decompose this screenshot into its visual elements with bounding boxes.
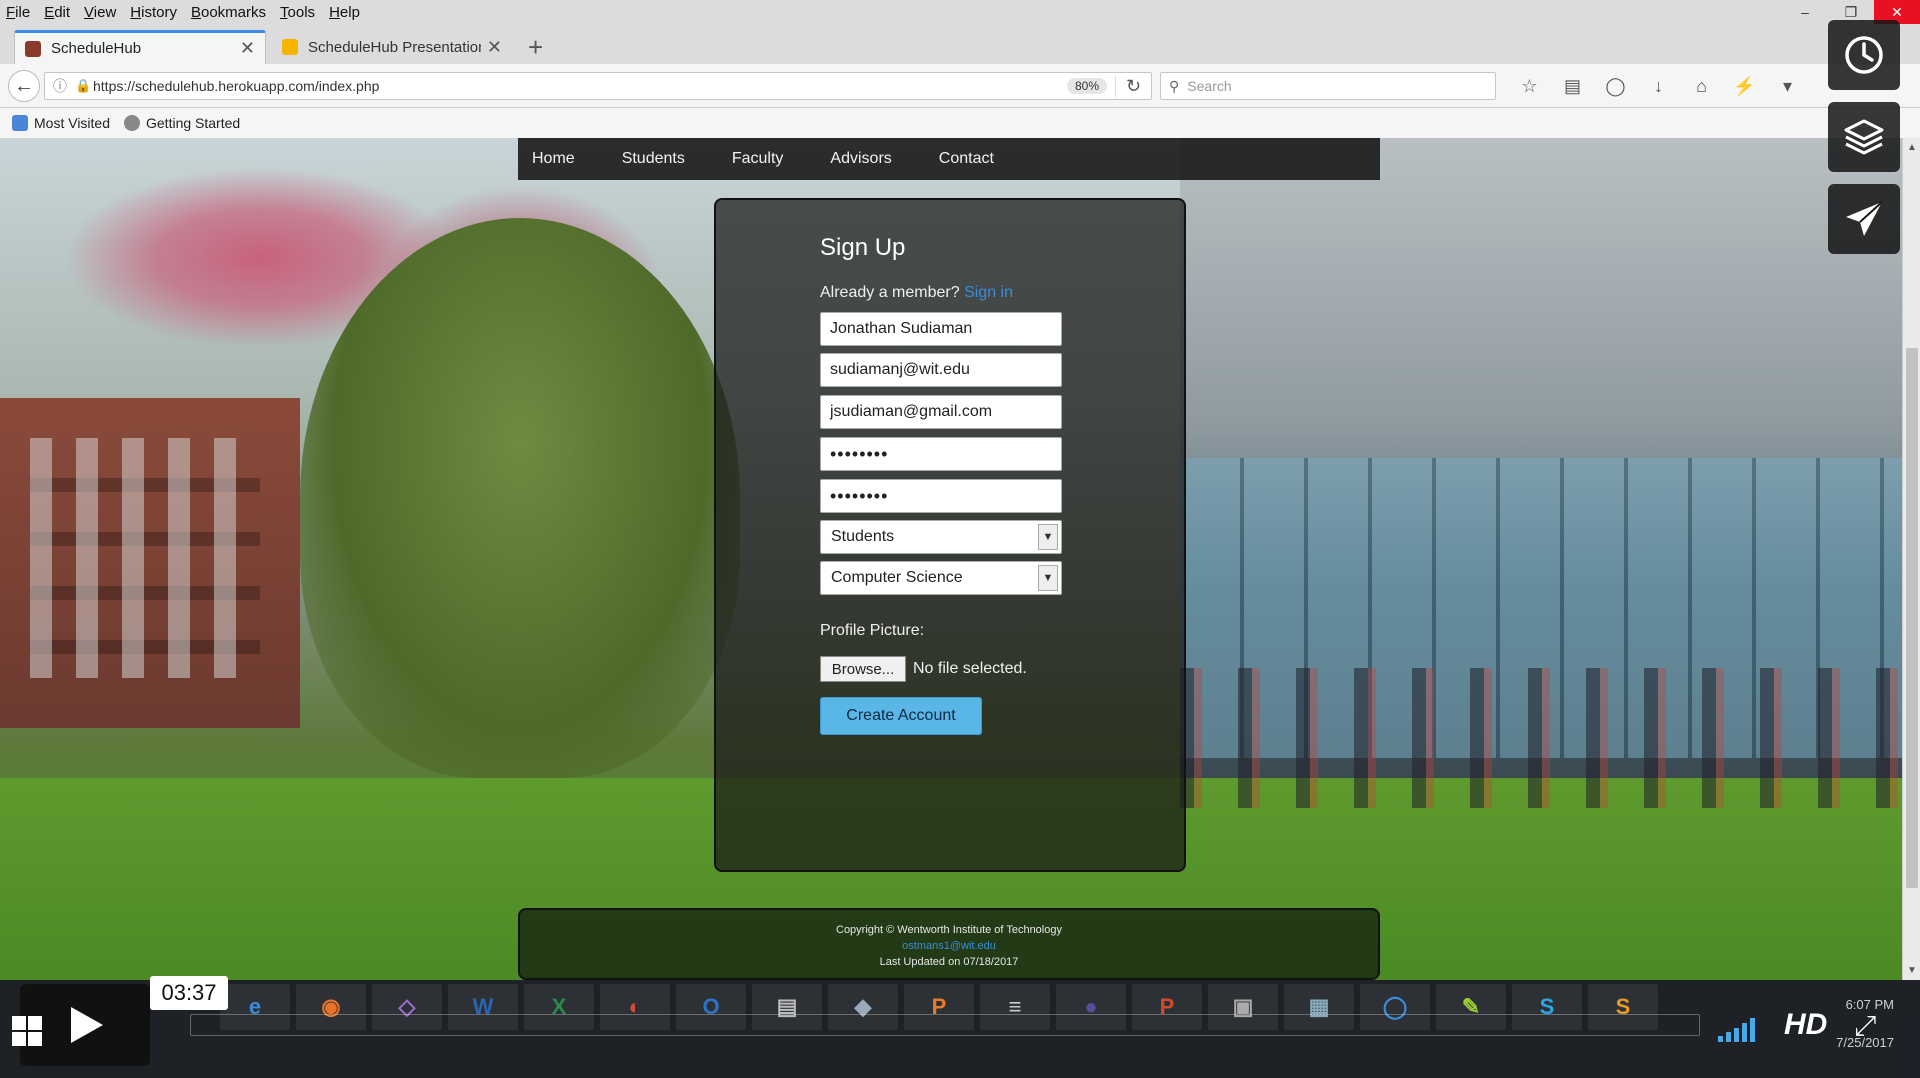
scroll-down-icon[interactable]: ▼ bbox=[1907, 965, 1917, 976]
bookmark-getting-started[interactable]: Getting Started bbox=[124, 115, 240, 131]
browse-button[interactable]: Browse... bbox=[820, 656, 906, 682]
name-field[interactable]: Jonathan Sudiaman bbox=[820, 312, 1062, 346]
menu-history[interactable]: History bbox=[130, 4, 177, 21]
major-select-value: Computer Science bbox=[831, 569, 963, 586]
bookmark-star-icon[interactable]: ☆ bbox=[1508, 76, 1551, 97]
download-icon[interactable]: ↓ bbox=[1637, 76, 1680, 97]
reload-icon[interactable]: ↻ bbox=[1115, 75, 1151, 97]
tab-close-icon[interactable]: ✕ bbox=[487, 37, 502, 58]
copyright-text: Copyright © Wentworth Institute of Techn… bbox=[836, 924, 1062, 936]
menu-tools[interactable]: Tools bbox=[280, 4, 315, 21]
tab-presentation[interactable]: ScheduleHub Presentation - ✕ bbox=[272, 30, 512, 64]
info-icon[interactable]: ⓘ bbox=[45, 76, 75, 96]
tab-label: ScheduleHub bbox=[51, 40, 142, 57]
bookmark-most-visited[interactable]: Most Visited bbox=[12, 115, 110, 131]
chevron-down-icon: ▼ bbox=[1038, 565, 1058, 591]
profile-picture-label: Profile Picture: bbox=[820, 622, 925, 639]
clock-time: 6:07 PM bbox=[1845, 997, 1894, 1012]
major-select[interactable]: Computer Science ▼ bbox=[820, 561, 1062, 595]
menu-bookmarks[interactable]: Bookmarks bbox=[191, 4, 266, 21]
nav-contact[interactable]: Contact bbox=[939, 150, 994, 168]
last-updated-text: Last Updated on 07/18/2017 bbox=[879, 956, 1019, 968]
already-member-label: Already a member? bbox=[820, 284, 960, 301]
menu-bar: File Edit View History Bookmarks Tools H… bbox=[0, 0, 1920, 24]
nav-home[interactable]: Home bbox=[532, 150, 575, 168]
chevron-down-icon: ▼ bbox=[1038, 524, 1058, 550]
search-input[interactable]: ⚲ Search bbox=[1160, 72, 1496, 100]
page-viewport: Home Students Faculty Advisors Contact S… bbox=[0, 138, 1920, 980]
layers-icon bbox=[1844, 119, 1884, 155]
bookmark-label: Most Visited bbox=[34, 115, 110, 131]
role-select[interactable]: Students ▼ bbox=[820, 520, 1062, 554]
url-bar[interactable]: ⓘ 🔒 https://schedulehub.herokuapp.com/in… bbox=[44, 72, 1152, 100]
bookmark-folder-icon bbox=[12, 115, 28, 131]
toolbar-icons: ☆ ▤ ◯ ↓ ⌂ ⚡ ▾ bbox=[1508, 72, 1809, 100]
tab-bar: ScheduleHub ✕ ScheduleHub Presentation -… bbox=[0, 24, 1920, 64]
tab-schedulehub[interactable]: ScheduleHub ✕ bbox=[14, 30, 266, 64]
video-progress-bar[interactable] bbox=[190, 1014, 1700, 1036]
home-icon[interactable]: ⌂ bbox=[1680, 76, 1723, 97]
scrollbar-thumb[interactable] bbox=[1906, 348, 1918, 888]
nav-advisors[interactable]: Advisors bbox=[830, 150, 891, 168]
new-tab-icon[interactable]: + bbox=[528, 32, 543, 63]
role-select-value: Students bbox=[831, 528, 895, 545]
tab-label: ScheduleHub Presentation - bbox=[308, 38, 481, 56]
search-icon: ⚲ bbox=[1169, 77, 1180, 94]
menu-help[interactable]: Help bbox=[329, 4, 360, 21]
clock-icon bbox=[1845, 36, 1883, 74]
schedulehub-favicon-icon bbox=[25, 40, 41, 57]
reading-list-icon[interactable]: ▤ bbox=[1551, 76, 1594, 97]
menu-edit[interactable]: Edit bbox=[44, 4, 70, 21]
pocket-icon[interactable]: ◯ bbox=[1594, 76, 1637, 97]
already-member-text: Already a member? Sign in bbox=[820, 284, 1013, 302]
background-windows bbox=[30, 438, 260, 678]
nav-faculty[interactable]: Faculty bbox=[732, 150, 784, 168]
background-tree bbox=[300, 218, 740, 778]
back-icon[interactable]: ← bbox=[8, 70, 40, 102]
extension-icon[interactable]: ⚡ bbox=[1723, 76, 1766, 97]
signup-title: Sign Up bbox=[820, 234, 906, 261]
video-time: 03:37 bbox=[150, 976, 228, 1010]
contact-email-link[interactable]: ostmans1@wit.edu bbox=[520, 938, 1378, 954]
share-button[interactable] bbox=[1828, 184, 1900, 254]
slides-favicon-icon bbox=[282, 39, 298, 55]
clock-date: 7/25/2017 bbox=[1836, 1035, 1894, 1050]
signup-panel: Sign Up Already a member? Sign in Jonath… bbox=[714, 198, 1186, 872]
system-clock: 6:07 PM 7/25/2017 bbox=[1794, 994, 1894, 1054]
collections-button[interactable] bbox=[1828, 102, 1900, 172]
zoom-indicator[interactable]: 80% bbox=[1066, 78, 1107, 94]
personal-email-field[interactable]: jsudiaman@gmail.com bbox=[820, 395, 1062, 429]
watch-later-button[interactable] bbox=[1828, 20, 1900, 90]
scroll-up-icon[interactable]: ▲ bbox=[1907, 142, 1917, 153]
minimize-icon[interactable]: – bbox=[1782, 0, 1828, 24]
search-placeholder: Search bbox=[1187, 78, 1232, 94]
confirm-password-field[interactable]: •••••••• bbox=[820, 479, 1062, 513]
school-email-field[interactable]: sudiamanj@wit.edu bbox=[820, 353, 1062, 387]
site-nav: Home Students Faculty Advisors Contact bbox=[518, 138, 1380, 180]
menu-view[interactable]: View bbox=[84, 4, 116, 21]
navigation-bar: ← ⓘ 🔒 https://schedulehub.herokuapp.com/… bbox=[0, 64, 1920, 108]
create-account-button[interactable]: Create Account bbox=[820, 697, 982, 735]
bookmark-label: Getting Started bbox=[146, 115, 241, 131]
sign-in-link[interactable]: Sign in bbox=[964, 284, 1013, 301]
tab-close-icon[interactable]: ✕ bbox=[240, 38, 255, 59]
password-field[interactable]: •••••••• bbox=[820, 437, 1062, 471]
play-icon bbox=[71, 1007, 103, 1043]
paper-plane-icon bbox=[1846, 201, 1883, 236]
site-footer: Copyright © Wentworth Institute of Techn… bbox=[518, 908, 1380, 980]
lock-icon: 🔒 bbox=[75, 78, 92, 93]
bookmarks-toolbar: Most Visited Getting Started bbox=[0, 108, 1920, 138]
menu-file[interactable]: File bbox=[6, 4, 30, 21]
windows-start-icon[interactable] bbox=[12, 1016, 42, 1046]
page-scrollbar[interactable]: ▲ ▼ bbox=[1902, 138, 1920, 980]
background-students bbox=[1180, 668, 1920, 808]
dropdown-chevron-icon[interactable]: ▾ bbox=[1766, 76, 1809, 97]
file-status: No file selected. bbox=[913, 660, 1027, 677]
firefox-icon bbox=[124, 115, 140, 131]
url-text: https://schedulehub.herokuapp.com/index.… bbox=[93, 78, 380, 94]
volume-icon[interactable] bbox=[1718, 1014, 1758, 1042]
nav-students[interactable]: Students bbox=[622, 150, 685, 168]
